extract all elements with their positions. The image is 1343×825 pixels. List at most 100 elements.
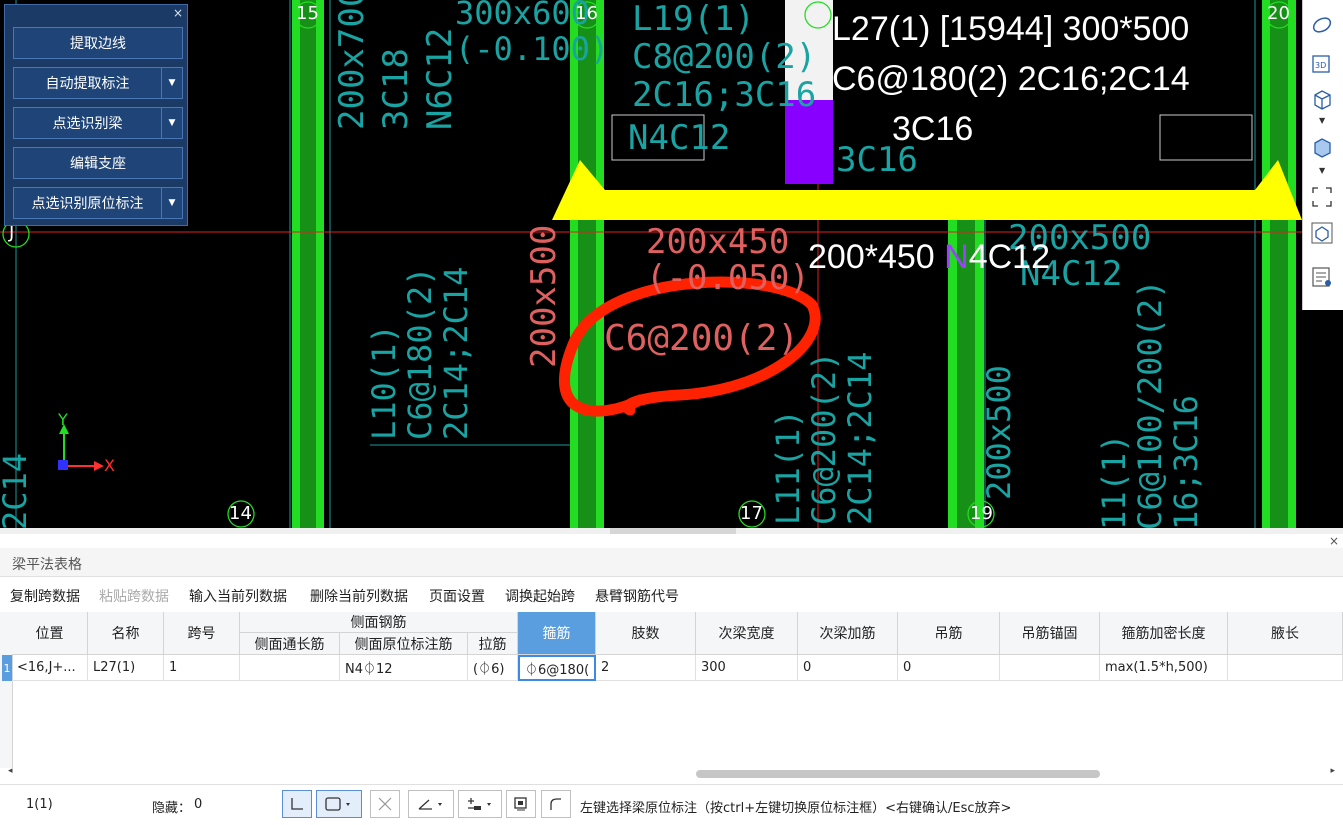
axis-label-16: 16 xyxy=(575,3,598,24)
chevron-down-icon[interactable]: ▼ xyxy=(161,68,182,98)
cell-stirrup[interactable]: ⏀6@180( xyxy=(518,655,596,681)
angle-snap-icon[interactable] xyxy=(408,790,454,818)
offset-snap-icon[interactable] xyxy=(458,790,502,818)
cross-select-icon[interactable] xyxy=(370,790,400,818)
fullscreen-icon[interactable] xyxy=(1311,186,1337,212)
chevron-down-icon[interactable]: ▼ xyxy=(161,108,182,138)
scroll-left-icon[interactable]: ◂ xyxy=(8,766,13,776)
cell-tie[interactable]: (⏀6) xyxy=(468,655,518,681)
cell-hanger[interactable]: 0 xyxy=(898,655,1000,681)
col-header-sub-width[interactable]: 次梁宽度 xyxy=(696,612,798,655)
chevron-down-icon[interactable]: ▼ xyxy=(1319,166,1325,175)
cad-text-200x450: 200x450 xyxy=(646,222,790,262)
scroll-thumb[interactable] xyxy=(696,770,1100,778)
cad-text-N6C12: N6C12 xyxy=(420,27,460,130)
col-header-span[interactable]: 跨号 xyxy=(164,612,240,655)
col-header-stirrup[interactable]: 箍筋 xyxy=(518,612,596,655)
beam-table: 位置 名称 跨号 侧面钢筋 侧面通长筋 侧面原位标注筋 拉筋 箍筋 肢数 次梁宽… xyxy=(0,612,1343,772)
cad-text-N4C12-left: N4C12 xyxy=(628,118,731,158)
cube-outline-icon[interactable] xyxy=(1311,88,1337,114)
cad-text-2C14-2C14: 2C14;2C14 xyxy=(437,266,475,440)
input-column-data-button[interactable]: 输入当前列数据 xyxy=(189,586,287,606)
cell-legs[interactable]: 2 xyxy=(596,655,696,681)
svg-text:3D: 3D xyxy=(1315,61,1326,70)
layer-icon[interactable] xyxy=(1311,222,1337,248)
page-setup-button[interactable]: 页面设置 xyxy=(429,586,485,606)
chevron-down-icon[interactable]: ▼ xyxy=(161,188,182,218)
col-header-haunch[interactable]: 腋长 xyxy=(1228,612,1343,655)
beam-label-line1[interactable]: L27(1) [15944] 300*500 xyxy=(832,10,1189,49)
col-header-sub-add[interactable]: 次梁加筋 xyxy=(798,612,898,655)
cantilever-rebar-code-button[interactable]: 悬臂钢筋代号 xyxy=(595,586,679,606)
tool-panel-close-icon[interactable]: × xyxy=(173,6,183,20)
paste-span-data-button[interactable]: 粘贴跨数据 xyxy=(99,586,169,606)
cell-position[interactable]: <16,J+... xyxy=(12,655,88,681)
selected-beam-highlight xyxy=(552,160,1302,220)
cell-hanger-anchor[interactable] xyxy=(1000,655,1100,681)
edit-support-label: 编辑支座 xyxy=(70,156,126,172)
axis-x-label: X xyxy=(104,456,115,475)
cell-sub-width[interactable]: 300 xyxy=(696,655,798,681)
col-header-legs[interactable]: 肢数 xyxy=(596,612,696,655)
chevron-down-icon[interactable]: ▼ xyxy=(1319,116,1325,125)
beam-label-line4[interactable]: 200*450 N4C12 xyxy=(808,238,1050,277)
cell-sub-add[interactable]: 0 xyxy=(798,655,898,681)
cad-text-elev-0100: (-0.100) xyxy=(455,30,610,68)
cad-text-C6-200-circled: C6@200(2) xyxy=(604,318,800,359)
pick-identify-in-situ-label: 点选识别原位标注 xyxy=(31,196,144,212)
status-bar: 1(1) 隐藏： 0 左键选择梁原位标注（按ctrl+左键切换原位标注框）<右键… xyxy=(0,784,1343,825)
view-3d-icon[interactable]: 3D xyxy=(1311,52,1337,78)
delete-column-data-button[interactable]: 删除当前列数据 xyxy=(310,586,408,606)
copy-span-data-button[interactable]: 复制跨数据 xyxy=(10,586,80,606)
screen-capture-icon[interactable] xyxy=(506,790,536,818)
ortho-mode-icon[interactable] xyxy=(282,790,312,818)
arc-tool-icon[interactable] xyxy=(541,790,571,818)
cell-side-through[interactable] xyxy=(240,655,340,681)
cell-span[interactable]: 1 xyxy=(164,655,240,681)
scroll-right-icon[interactable]: ▸ xyxy=(1330,766,1335,776)
col-header-name[interactable]: 名称 xyxy=(88,612,164,655)
cad-text-2C16-3C16: 2C16;3C16 xyxy=(632,75,817,115)
beam-label-line2[interactable]: C6@180(2) 2C16;2C14 xyxy=(832,60,1190,99)
auto-extract-label: 自动提取标注 xyxy=(45,76,130,92)
axis-label-15: 15 xyxy=(296,3,319,24)
auto-extract-label-button[interactable]: 自动提取标注 ▼ xyxy=(13,67,183,99)
pick-identify-beam-label: 点选识别梁 xyxy=(52,116,123,132)
swap-start-span-button[interactable]: 调换起始跨 xyxy=(505,586,575,606)
beam-label-line3[interactable]: 3C16 xyxy=(892,110,973,149)
axis-label-20: 20 xyxy=(1267,3,1290,24)
edit-support-button[interactable]: 编辑支座 xyxy=(13,147,183,179)
cad-text-elev-0050: (-0.050) xyxy=(646,258,810,298)
panel-close-icon[interactable]: × xyxy=(1329,534,1339,548)
status-hidden-label: 隐藏： xyxy=(152,801,192,816)
row-number[interactable]: 1 xyxy=(2,655,12,681)
cad-text-L19: L19(1) xyxy=(632,0,755,39)
cube-filled-icon[interactable] xyxy=(1311,136,1337,162)
cell-haunch[interactable] xyxy=(1228,655,1343,681)
col-header-side-original[interactable]: 侧面原位标注筋 xyxy=(340,633,468,655)
pick-identify-beam-button[interactable]: 点选识别梁 ▼ xyxy=(13,107,183,139)
cad-text-2C14-left: 2C14 xyxy=(0,452,34,528)
extract-edge-button[interactable]: 提取边线 xyxy=(13,27,183,59)
recognition-tool-panel: × 提取边线 自动提取标注 ▼ 点选识别梁 ▼ 编辑支座 点选识别原位标注 ▼ xyxy=(4,4,188,226)
beam-label-size: 200*450 xyxy=(808,238,945,276)
horizontal-scrollbar[interactable]: ◂ ▸ xyxy=(0,766,1343,780)
cad-canvas[interactable]: 300x600 (-0.100) L19(1) C8@200(2) 2C16;3… xyxy=(0,0,1343,528)
col-header-tie[interactable]: 拉筋 xyxy=(468,633,518,655)
pick-identify-in-situ-label-button[interactable]: 点选识别原位标注 ▼ xyxy=(13,187,183,219)
select-rect-icon[interactable] xyxy=(316,790,362,818)
cell-name[interactable]: L27(1) xyxy=(88,655,164,681)
col-header-position[interactable]: 位置 xyxy=(12,612,88,655)
col-header-hanger[interactable]: 吊筋 xyxy=(898,612,1000,655)
cell-dense-length[interactable]: max(1.5*h,500) xyxy=(1100,655,1228,681)
properties-icon[interactable] xyxy=(1311,266,1337,292)
lasso-select-icon[interactable] xyxy=(1311,14,1337,40)
col-header-hanger-anchor[interactable]: 吊筋锚固 xyxy=(1000,612,1100,655)
col-header-side-through[interactable]: 侧面通长筋 xyxy=(240,633,340,655)
cad-text-200x500-red: 200x500 xyxy=(524,224,564,368)
axis-label-19: 19 xyxy=(970,503,993,524)
col-header-dense-length[interactable]: 箍筋加密长度 xyxy=(1100,612,1228,655)
cell-side-original[interactable]: N4⏀12 xyxy=(340,655,468,681)
cad-text-L11: L11(1) xyxy=(769,409,807,525)
status-item-count: 1(1) xyxy=(26,797,53,812)
